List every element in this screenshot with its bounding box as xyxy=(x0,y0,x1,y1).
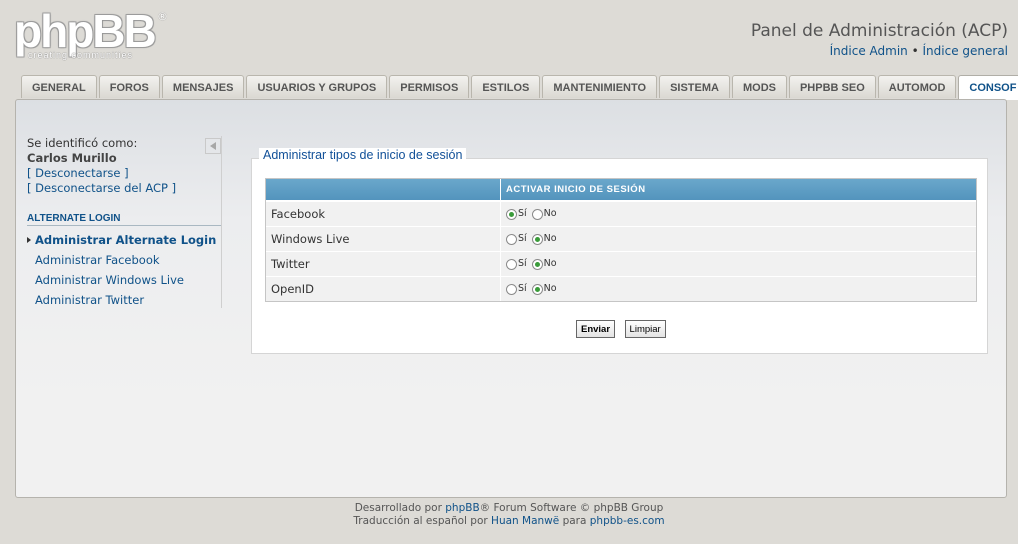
table-row: Twitter Sí No xyxy=(266,251,976,276)
yes-label: Sí xyxy=(518,283,527,294)
twitter-no-radio[interactable] xyxy=(531,258,543,270)
tab-foros[interactable]: FOROS xyxy=(98,75,160,98)
translator-link[interactable]: Huan Manwë xyxy=(491,515,559,527)
tab-estilos[interactable]: ESTILOS xyxy=(471,75,541,98)
login-type-name: OpenID xyxy=(271,282,314,296)
header-link-separator: • xyxy=(911,44,919,58)
no-label: No xyxy=(543,208,557,219)
submit-button[interactable]: Enviar xyxy=(576,320,616,338)
logout-link[interactable]: [ Desconectarse ] xyxy=(27,166,129,180)
tab-phpbb-seo[interactable]: PHPBB SEO xyxy=(788,75,876,98)
login-type-name: Facebook xyxy=(271,207,326,221)
footer-translation-prefix: Traducción al español por xyxy=(353,515,492,527)
general-index-link[interactable]: Índice general xyxy=(923,44,1009,58)
table-row: OpenID Sí No xyxy=(266,276,976,301)
tab-mensajes[interactable]: MENSAJES xyxy=(161,75,245,98)
table-row: Facebook Sí No xyxy=(266,201,976,226)
tab-mods[interactable]: MODS xyxy=(731,75,787,98)
sidebar-identity: Se identificó como: Carlos Murillo [ Des… xyxy=(27,136,222,196)
identified-as-label: Se identificó como: xyxy=(27,136,138,150)
windows-live-yes-radio[interactable] xyxy=(506,233,517,245)
phpbb-es-link[interactable]: phpbb-es.com xyxy=(590,515,665,527)
phpbb-logo[interactable]: phpBB ® creating communities xyxy=(14,8,174,64)
sidebar-item-administrar-facebook[interactable]: Administrar Facebook xyxy=(35,253,160,267)
footer-powered-prefix: Desarrollado por xyxy=(354,502,446,514)
tab-mantenimiento[interactable]: MANTENIMIENTO xyxy=(542,75,658,98)
tab-general[interactable]: GENERAL xyxy=(21,75,97,98)
sidebar-divider xyxy=(221,136,222,308)
twitter-yes-radio[interactable] xyxy=(506,258,517,270)
no-label: No xyxy=(543,258,557,269)
sidebar-item-administrar-twitter[interactable]: Administrar Twitter xyxy=(35,293,144,307)
footer-powered-suffix: ® Forum Software © phpBB Group xyxy=(479,502,664,514)
login-types-table: ACTIVAR INICIO DE SESIÓN Facebook Sí No … xyxy=(265,178,977,302)
footer-translation-mid: para xyxy=(559,515,590,527)
no-label: No xyxy=(543,283,557,294)
table-header-name xyxy=(266,179,500,200)
sidebar-item-administrar-alternate-login[interactable]: Administrar Alternate Login xyxy=(26,233,216,247)
fieldset-legend: Administrar tipos de inicio de sesión xyxy=(259,148,467,162)
tab-automod[interactable]: AUTOMOD xyxy=(877,75,957,98)
table-header: ACTIVAR INICIO DE SESIÓN xyxy=(266,179,976,201)
yes-label: Sí xyxy=(518,208,527,219)
login-type-name: Windows Live xyxy=(271,232,350,246)
page-title: Panel de Administración (ACP) xyxy=(750,21,1008,41)
main-panel: Se identificó como: Carlos Murillo [ Des… xyxy=(15,99,1007,498)
tab-consof[interactable]: CONSOF xyxy=(958,75,1018,100)
logo-tagline: creating communities xyxy=(28,50,134,60)
logo-registered-mark: ® xyxy=(157,10,168,23)
collapse-menu-icon[interactable] xyxy=(205,138,221,154)
login-type-name: Twitter xyxy=(271,257,310,271)
table-row: Windows Live Sí No xyxy=(266,226,976,251)
username: Carlos Murillo xyxy=(27,151,117,165)
acp-tabs: GENERAL FOROS MENSAJES USUARIOS Y GRUPOS… xyxy=(21,75,1018,100)
tab-usuarios-y-grupos[interactable]: USUARIOS Y GRUPOS xyxy=(246,75,388,98)
yes-label: Sí xyxy=(518,233,527,244)
sidebar-section-title: ALTERNATE LOGIN xyxy=(27,213,221,226)
table-header-activate: ACTIVAR INICIO DE SESIÓN xyxy=(500,179,976,200)
openid-yes-radio[interactable] xyxy=(506,283,517,295)
sidebar-item-administrar-windows-live[interactable]: Administrar Windows Live xyxy=(35,273,184,287)
header-links: Índice Admin • Índice general xyxy=(830,44,1008,58)
facebook-no-radio[interactable] xyxy=(531,208,543,220)
form-buttons: Enviar Limpiar xyxy=(576,320,672,338)
windows-live-no-radio[interactable] xyxy=(531,233,543,245)
phpbb-link[interactable]: phpBB xyxy=(445,502,479,514)
facebook-yes-radio[interactable] xyxy=(506,208,517,220)
logout-acp-link[interactable]: [ Desconectarse del ACP ] xyxy=(27,181,176,195)
logo-wordmark: phpBB xyxy=(14,5,157,57)
tab-sistema[interactable]: SISTEMA xyxy=(659,75,730,98)
openid-no-radio[interactable] xyxy=(531,283,543,295)
yes-label: Sí xyxy=(518,258,527,269)
footer: Desarrollado por phpBB® Forum Software ©… xyxy=(0,502,1018,528)
no-label: No xyxy=(543,233,557,244)
reset-button[interactable]: Limpiar xyxy=(624,320,666,338)
admin-index-link[interactable]: Índice Admin xyxy=(830,44,908,58)
tab-permisos[interactable]: PERMISOS xyxy=(389,75,470,98)
